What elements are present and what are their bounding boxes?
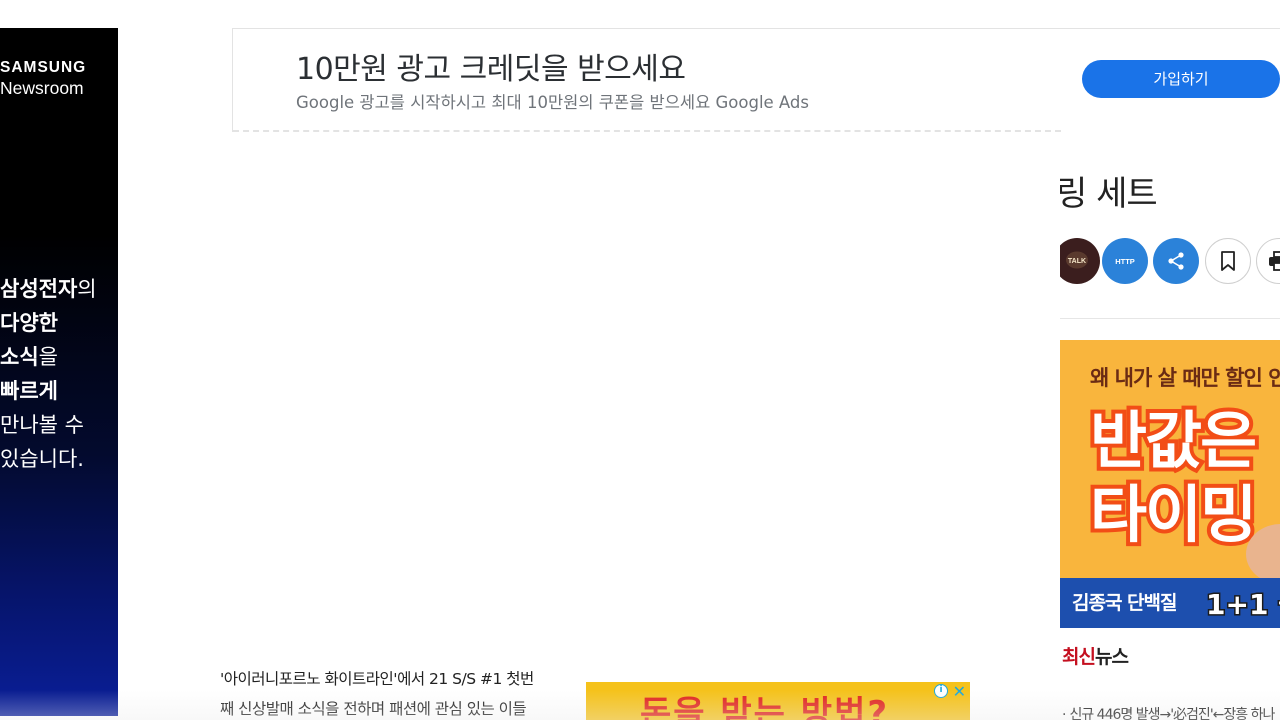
- google-ads-banner[interactable]: 10만원 광고 크레딧을 받으세요 Google 광고를 시작하시고 최대 10…: [232, 28, 1280, 132]
- print-icon: [1269, 251, 1280, 271]
- protein-promo-ad[interactable]: 왜 내가 살 때만 할인 인 반값은 타이밍 김종국 단백질 1+1 을: [1060, 340, 1280, 628]
- dashed-divider: [233, 130, 1061, 132]
- signup-button[interactable]: 가입하기: [1082, 60, 1280, 98]
- inline-ad-text: 돈을 받는 방법?: [640, 694, 890, 720]
- ad-line: 삼성전자의: [0, 277, 97, 301]
- bookmark-icon: [1221, 251, 1235, 271]
- print-button[interactable]: [1256, 238, 1280, 284]
- samsung-newsroom-ad[interactable]: SAMSUNG Newsroom 삼성전자의 다양한 소식을 빠르게 만나볼 수…: [0, 28, 118, 716]
- article-title-fragment: 링 세트: [1060, 174, 1158, 214]
- promo-bottom-bar: 김종국 단백질 1+1 을: [1060, 578, 1280, 628]
- promo-product-name: 김종국 단백질: [1072, 592, 1177, 614]
- latest-news-item[interactable]: 신규 446명 발생→'必검진'←장흥 하나: [1062, 704, 1275, 720]
- promo-headline-2: 타이밍: [1086, 474, 1261, 555]
- right-sidebar: 링 세트 TALK HTTP 왜 내가 살 때만 할인 인 반값은 타이밍 김종…: [1060, 132, 1280, 720]
- ad-line: 빠르게: [0, 379, 58, 403]
- divider: [1060, 318, 1280, 319]
- promo-offer: 1+1 을: [1205, 587, 1280, 623]
- ad-line: 소식을: [0, 345, 58, 369]
- ad-message: 삼성전자의 다양한 소식을 빠르게 만나볼 수 있습니다.: [0, 272, 118, 476]
- http-link-button[interactable]: HTTP: [1102, 238, 1148, 284]
- share-toolbar: TALK HTTP: [1060, 238, 1280, 286]
- http-link-icon: HTTP: [1115, 256, 1135, 266]
- ad-line: 다양한: [0, 311, 58, 335]
- ad-line: 만나볼 수: [0, 413, 84, 437]
- bookmark-button[interactable]: [1205, 238, 1251, 284]
- latest-news-heading: 최신뉴스: [1062, 646, 1129, 668]
- page: SAMSUNG Newsroom 삼성전자의 다양한 소식을 빠르게 만나볼 수…: [0, 0, 1280, 720]
- close-icon[interactable]: ✕: [953, 682, 966, 701]
- svg-text:TALK: TALK: [1068, 258, 1086, 265]
- newsroom-label: Newsroom: [0, 78, 84, 98]
- article-line: 째 신상발매 소식을 전하며 패션에 관심 있는 이들: [220, 700, 527, 718]
- kakaotalk-share-button[interactable]: TALK: [1060, 238, 1100, 284]
- ad-headline: 10만원 광고 크레딧을 받으세요: [296, 52, 686, 87]
- promo-tagline: 왜 내가 살 때만 할인 인: [1090, 366, 1280, 390]
- ad-subtext: Google 광고를 시작하시고 최대 10만원의 쿠폰을 받으세요 Googl…: [296, 93, 809, 112]
- article-body: '아이러니포르노 화이트라인'에서 21 S/S #1 첫번 째 신상발매 소식…: [220, 664, 572, 720]
- share-icon: [1168, 252, 1184, 270]
- adchoices-icon[interactable]: i: [934, 684, 948, 698]
- share-button[interactable]: [1153, 238, 1199, 284]
- ad-line: 있습니다.: [0, 447, 84, 471]
- samsung-brand-label: SAMSUNG: [0, 59, 87, 76]
- kakaotalk-icon: TALK: [1065, 251, 1089, 269]
- article-line: '아이러니포르노 화이트라인'에서 21 S/S #1 첫번: [220, 670, 534, 688]
- inline-ad[interactable]: 돈을 받는 방법? i ✕: [586, 682, 970, 720]
